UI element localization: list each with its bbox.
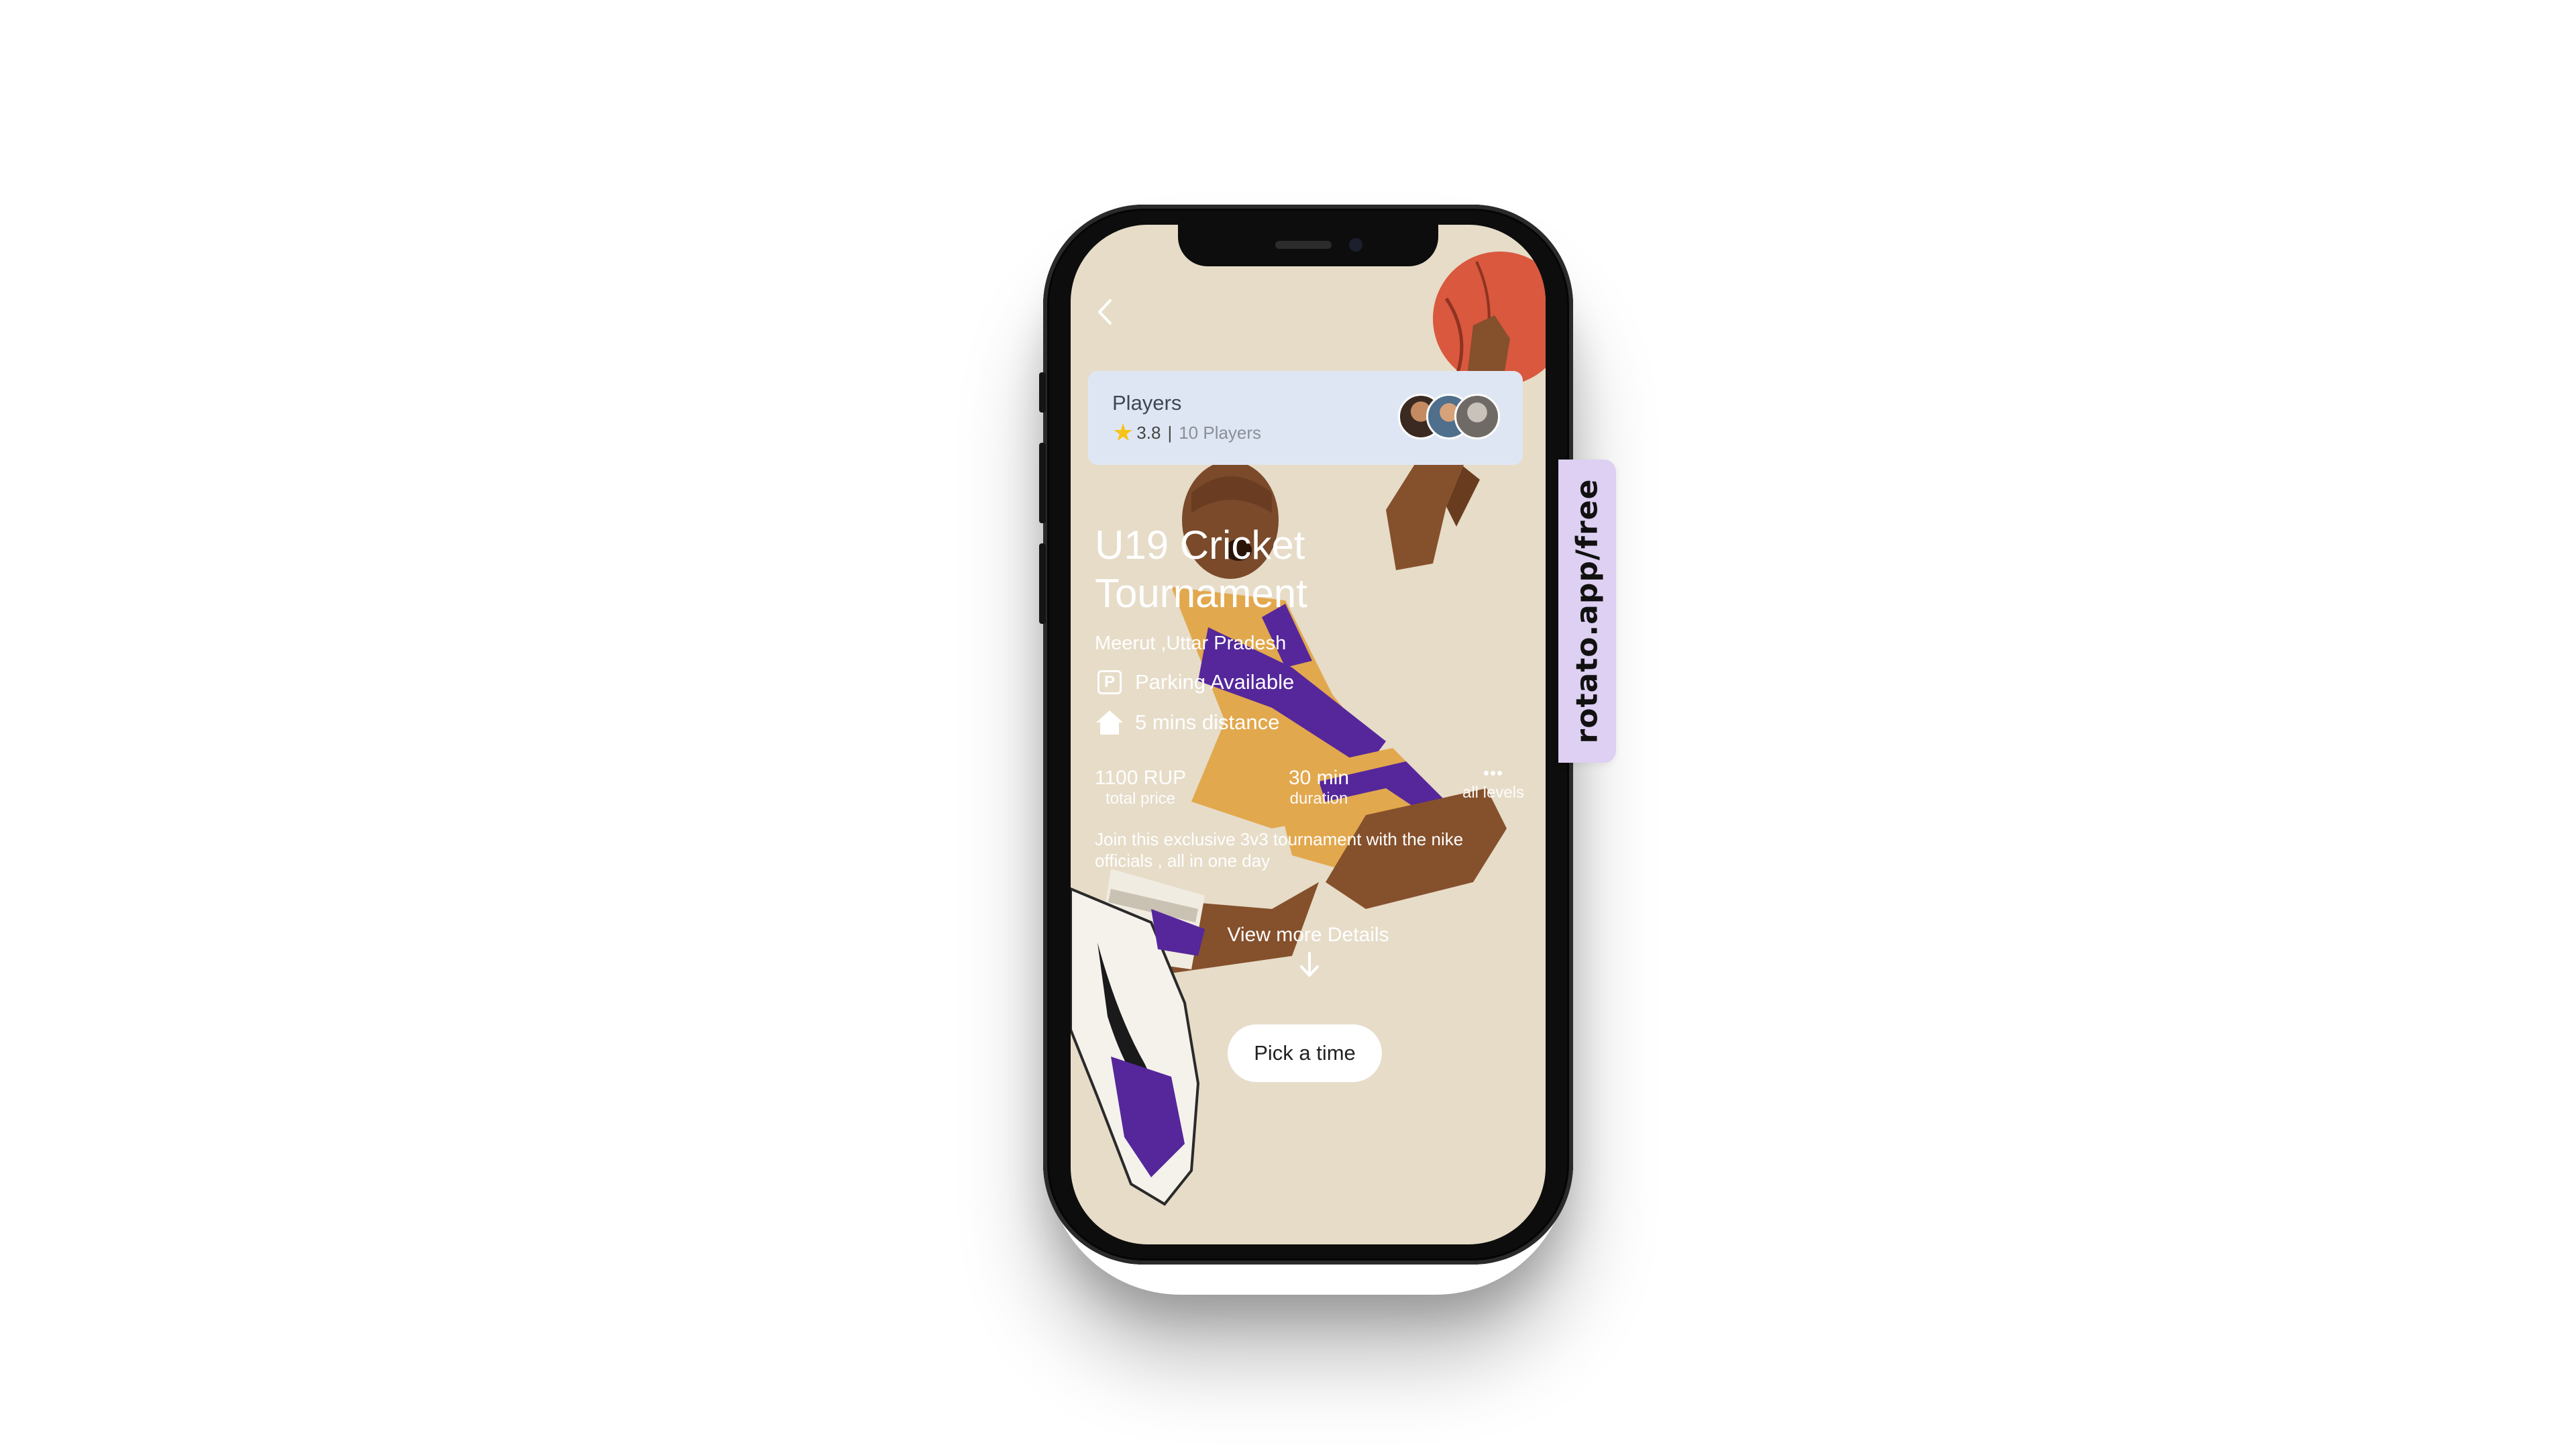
arrow-down-icon[interactable]	[1297, 951, 1322, 979]
stat-value: 30 min	[1288, 767, 1350, 789]
feature-label: Parking Available	[1135, 670, 1295, 694]
event-description: Join this exclusive 3v3 tournament with …	[1095, 829, 1464, 871]
stat-price: 1100 RUP total price	[1093, 767, 1187, 808]
view-more-details-link[interactable]: View more Details	[1071, 924, 1546, 947]
watermark-text: rotato.app/free	[1570, 478, 1605, 744]
watermark-tab: rotato.app/free	[1558, 460, 1616, 763]
back-button[interactable]	[1089, 297, 1119, 327]
levels-dots-icon: •••	[1483, 763, 1504, 783]
stat-caption: duration	[1289, 790, 1348, 808]
phone-volume-up	[1039, 443, 1046, 523]
star-icon: ★	[1112, 419, 1134, 446]
rating-separator: |	[1167, 422, 1173, 443]
phone-side-button	[1039, 372, 1046, 413]
stat-caption: total price	[1105, 790, 1176, 808]
stat-duration: 30 min duration	[1272, 767, 1366, 808]
feature-label: 5 mins distance	[1135, 710, 1280, 734]
players-card[interactable]: Players ★ 3.8 | 10 Players	[1088, 371, 1523, 465]
avatar	[1454, 394, 1500, 439]
front-camera	[1349, 238, 1362, 252]
players-count: 10 Players	[1179, 422, 1262, 443]
parking-icon: P	[1095, 667, 1124, 697]
player-avatars[interactable]	[1398, 394, 1500, 442]
home-icon	[1095, 708, 1124, 737]
stat-caption: all levels	[1462, 784, 1525, 802]
feature-distance: 5 mins distance	[1095, 708, 1279, 737]
chevron-left-icon	[1098, 299, 1112, 325]
phone-volume-down	[1039, 543, 1046, 624]
event-title: U19 Cricket Tournament	[1095, 523, 1307, 616]
stat-value: 1100 RUP	[1094, 767, 1187, 789]
players-card-title: Players	[1112, 391, 1182, 415]
rating-value: 3.8	[1136, 422, 1161, 443]
event-location: Meerut ,Uttar Pradesh	[1095, 633, 1287, 654]
rating-row: ★ 3.8 | 10 Players	[1112, 421, 1261, 445]
app-screen: Players ★ 3.8 | 10 Players U19 Cricket T…	[1071, 225, 1546, 1244]
stat-levels: ••• all levels	[1446, 763, 1540, 802]
notch	[1178, 225, 1438, 266]
pick-a-time-button[interactable]: Pick a time	[1228, 1024, 1382, 1082]
speaker	[1275, 241, 1332, 249]
feature-parking: P Parking Available	[1095, 667, 1294, 697]
